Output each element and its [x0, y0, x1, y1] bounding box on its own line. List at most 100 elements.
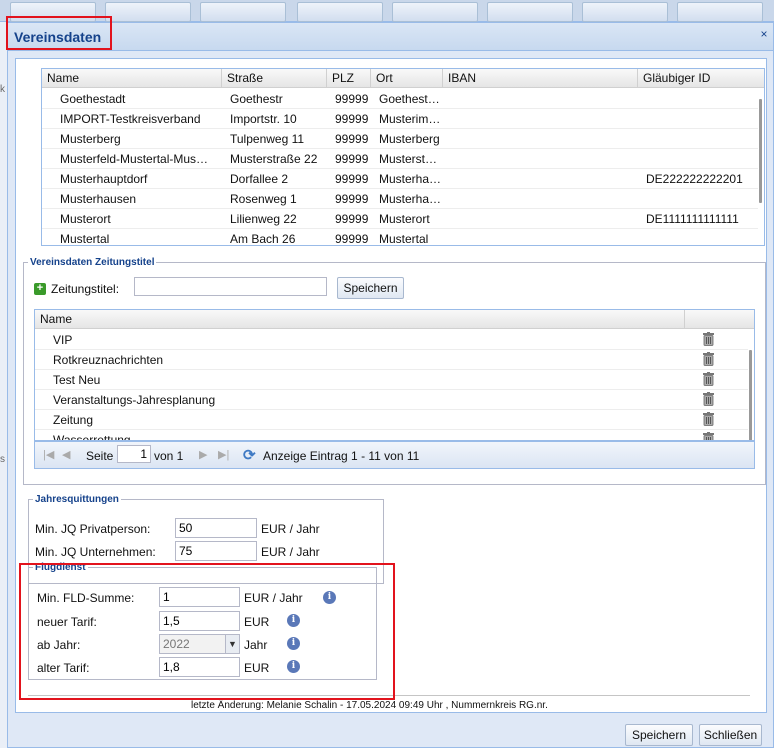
list-item[interactable]: Zeitung	[35, 410, 754, 430]
unternehmen-label: Min. JQ Unternehmen:	[35, 545, 156, 559]
unternehmen-input[interactable]	[175, 541, 257, 561]
privatperson-input[interactable]	[175, 518, 257, 538]
column-header[interactable]: IBAN	[443, 69, 638, 88]
table-cell: 99999	[335, 192, 369, 206]
column-header[interactable]: Name	[42, 69, 222, 88]
alter-tarif-input[interactable]	[159, 657, 240, 677]
table-cell	[447, 169, 638, 189]
scrollbar-thumb[interactable]	[759, 99, 762, 203]
zeitungstitel-save-button[interactable]: Speichern	[337, 277, 404, 299]
table-row[interactable]: Musterhausen Rosenweg 1 99999 Musterha…	[42, 189, 764, 209]
refresh-icon[interactable]: ⟳	[243, 446, 256, 464]
table-cell	[447, 89, 638, 109]
table-cell	[642, 109, 764, 129]
ab-jahr-label: ab Jahr:	[37, 638, 81, 652]
table-row[interactable]: Musterort Lilienweg 22 99999 Musterort DE111…	[42, 209, 764, 229]
trash-icon[interactable]	[702, 332, 714, 346]
column-header[interactable]: Ort	[371, 69, 443, 88]
zeitungstitel-legend: Vereinsdaten Zeitungstitel	[30, 257, 155, 268]
neuer-tarif-input[interactable]	[159, 611, 240, 631]
trash-icon[interactable]	[702, 412, 714, 426]
list-item[interactable]: Rotkreuznachrichten	[35, 350, 754, 370]
zeitungstitel-grid: Name VIP Rotkreuznachrichten Test Neu Veran…	[34, 309, 755, 441]
info-icon[interactable]: i	[323, 591, 336, 604]
privatperson-unit: EUR / Jahr	[261, 522, 320, 536]
last-page-icon[interactable]: ▶|	[218, 448, 229, 461]
info-icon[interactable]: i	[287, 614, 300, 627]
table-cell: Goethestr	[230, 92, 283, 106]
first-page-icon[interactable]: |◀	[43, 448, 54, 461]
grid-scrollbar[interactable]	[748, 330, 754, 440]
table-cell: Mustertal	[60, 232, 110, 246]
table-cell: Musterim…	[379, 112, 441, 126]
table-cell: Musterst…	[379, 152, 438, 166]
table-cell: Mustertal	[379, 232, 429, 246]
table-cell	[642, 229, 764, 245]
table-row[interactable]: Goethestadt Goethestr 99999 Goethest…	[42, 89, 764, 109]
background-toolbar	[0, 0, 774, 22]
trash-icon[interactable]	[702, 372, 714, 386]
info-icon[interactable]: i	[287, 660, 300, 673]
vereine-grid: Name Straße PLZ Ort IBAN Gläubiger ID Go…	[41, 68, 765, 246]
close-button[interactable]: Schließen	[699, 724, 762, 746]
table-cell	[447, 189, 638, 209]
table-cell	[642, 89, 764, 109]
list-item[interactable]: Wasserrettung	[35, 430, 754, 441]
grid-scrollbar[interactable]	[758, 89, 764, 245]
jahresquittungen-legend: Jahresquittungen	[35, 494, 119, 505]
list-item[interactable]: Veranstaltungs-Jahresplanung	[35, 390, 754, 410]
table-row[interactable]: Mustertal Am Bach 26 99999 Mustertal	[42, 229, 764, 246]
column-header[interactable]: PLZ	[327, 69, 371, 88]
toolbar-home-icon[interactable]	[582, 2, 668, 22]
toolbar-trash-icon[interactable]	[297, 2, 383, 22]
toolbar-add-user-icon[interactable]	[105, 2, 191, 22]
table-cell: Goethest…	[379, 92, 440, 106]
table-cell: IMPORT-Testkreisverband	[60, 112, 201, 126]
column-header[interactable]: Gläubiger ID	[638, 69, 764, 88]
page-input[interactable]	[117, 445, 151, 463]
table-cell: Musterstraße 22	[230, 152, 318, 166]
table-cell: Tulpenweg 11	[230, 132, 305, 146]
unternehmen-unit: EUR / Jahr	[261, 545, 320, 559]
chevron-down-icon[interactable]: ▼	[225, 635, 239, 653]
info-icon[interactable]: i	[287, 637, 300, 650]
list-item[interactable]: Test Neu	[35, 370, 754, 390]
toolbar-export-icon[interactable]	[677, 2, 763, 22]
toolbar-chart-icon[interactable]	[487, 2, 573, 22]
table-row[interactable]: Musterhauptdorf Dorfallee 2 99999 Musterha……	[42, 169, 764, 189]
trash-icon[interactable]	[702, 352, 714, 366]
table-row[interactable]: Musterfeld-Mustertal-Mus… Musterstraße 22…	[42, 149, 764, 169]
prev-page-icon[interactable]: ◀	[62, 448, 70, 461]
add-icon[interactable]: +	[34, 283, 46, 295]
save-button[interactable]: Speichern	[625, 724, 693, 746]
fld-summe-label: Min. FLD-Summe:	[37, 591, 135, 605]
table-cell: Musterhauptdorf	[60, 172, 148, 186]
list-item[interactable]: VIP	[35, 330, 754, 350]
table-cell: DE1111111111111	[646, 212, 739, 226]
neuer-tarif-unit: EUR	[244, 615, 270, 629]
table-cell: Am Bach 26	[230, 232, 296, 246]
trash-icon[interactable]	[702, 432, 714, 440]
zeitungstitel-name: Zeitung	[53, 413, 94, 427]
close-icon[interactable]: ×	[757, 28, 771, 42]
table-cell: 99999	[335, 172, 369, 186]
table-cell: Rosenweg 1	[230, 192, 297, 206]
fld-summe-input[interactable]	[159, 587, 240, 607]
toolbar-button-icon[interactable]	[10, 2, 96, 22]
toolbar-shape-icon[interactable]	[392, 2, 478, 22]
vereinsdaten-dialog: Vereinsdaten × Name Straße PLZ Ort IBAN …	[7, 22, 774, 748]
table-cell: 99999	[335, 232, 369, 246]
zeitungstitel-input[interactable]	[134, 277, 327, 296]
toolbar-users-icon[interactable]	[200, 2, 286, 22]
column-header[interactable]: Straße	[222, 69, 327, 88]
next-page-icon[interactable]: ▶	[199, 448, 207, 461]
zeitungstitel-name: Wasserrettung	[53, 433, 131, 441]
column-header[interactable]: Name	[35, 310, 685, 329]
table-row[interactable]: IMPORT-Testkreisverband Importstr. 10 9999…	[42, 109, 764, 129]
table-row[interactable]: Musterberg Tulpenweg 11 99999 Musterberg	[42, 129, 764, 149]
scrollbar-thumb[interactable]	[749, 350, 752, 440]
ab-jahr-select[interactable]: 2022 ▼	[159, 634, 240, 654]
trash-icon[interactable]	[702, 392, 714, 406]
table-cell	[642, 129, 764, 149]
neuer-tarif-label: neuer Tarif:	[37, 615, 97, 629]
